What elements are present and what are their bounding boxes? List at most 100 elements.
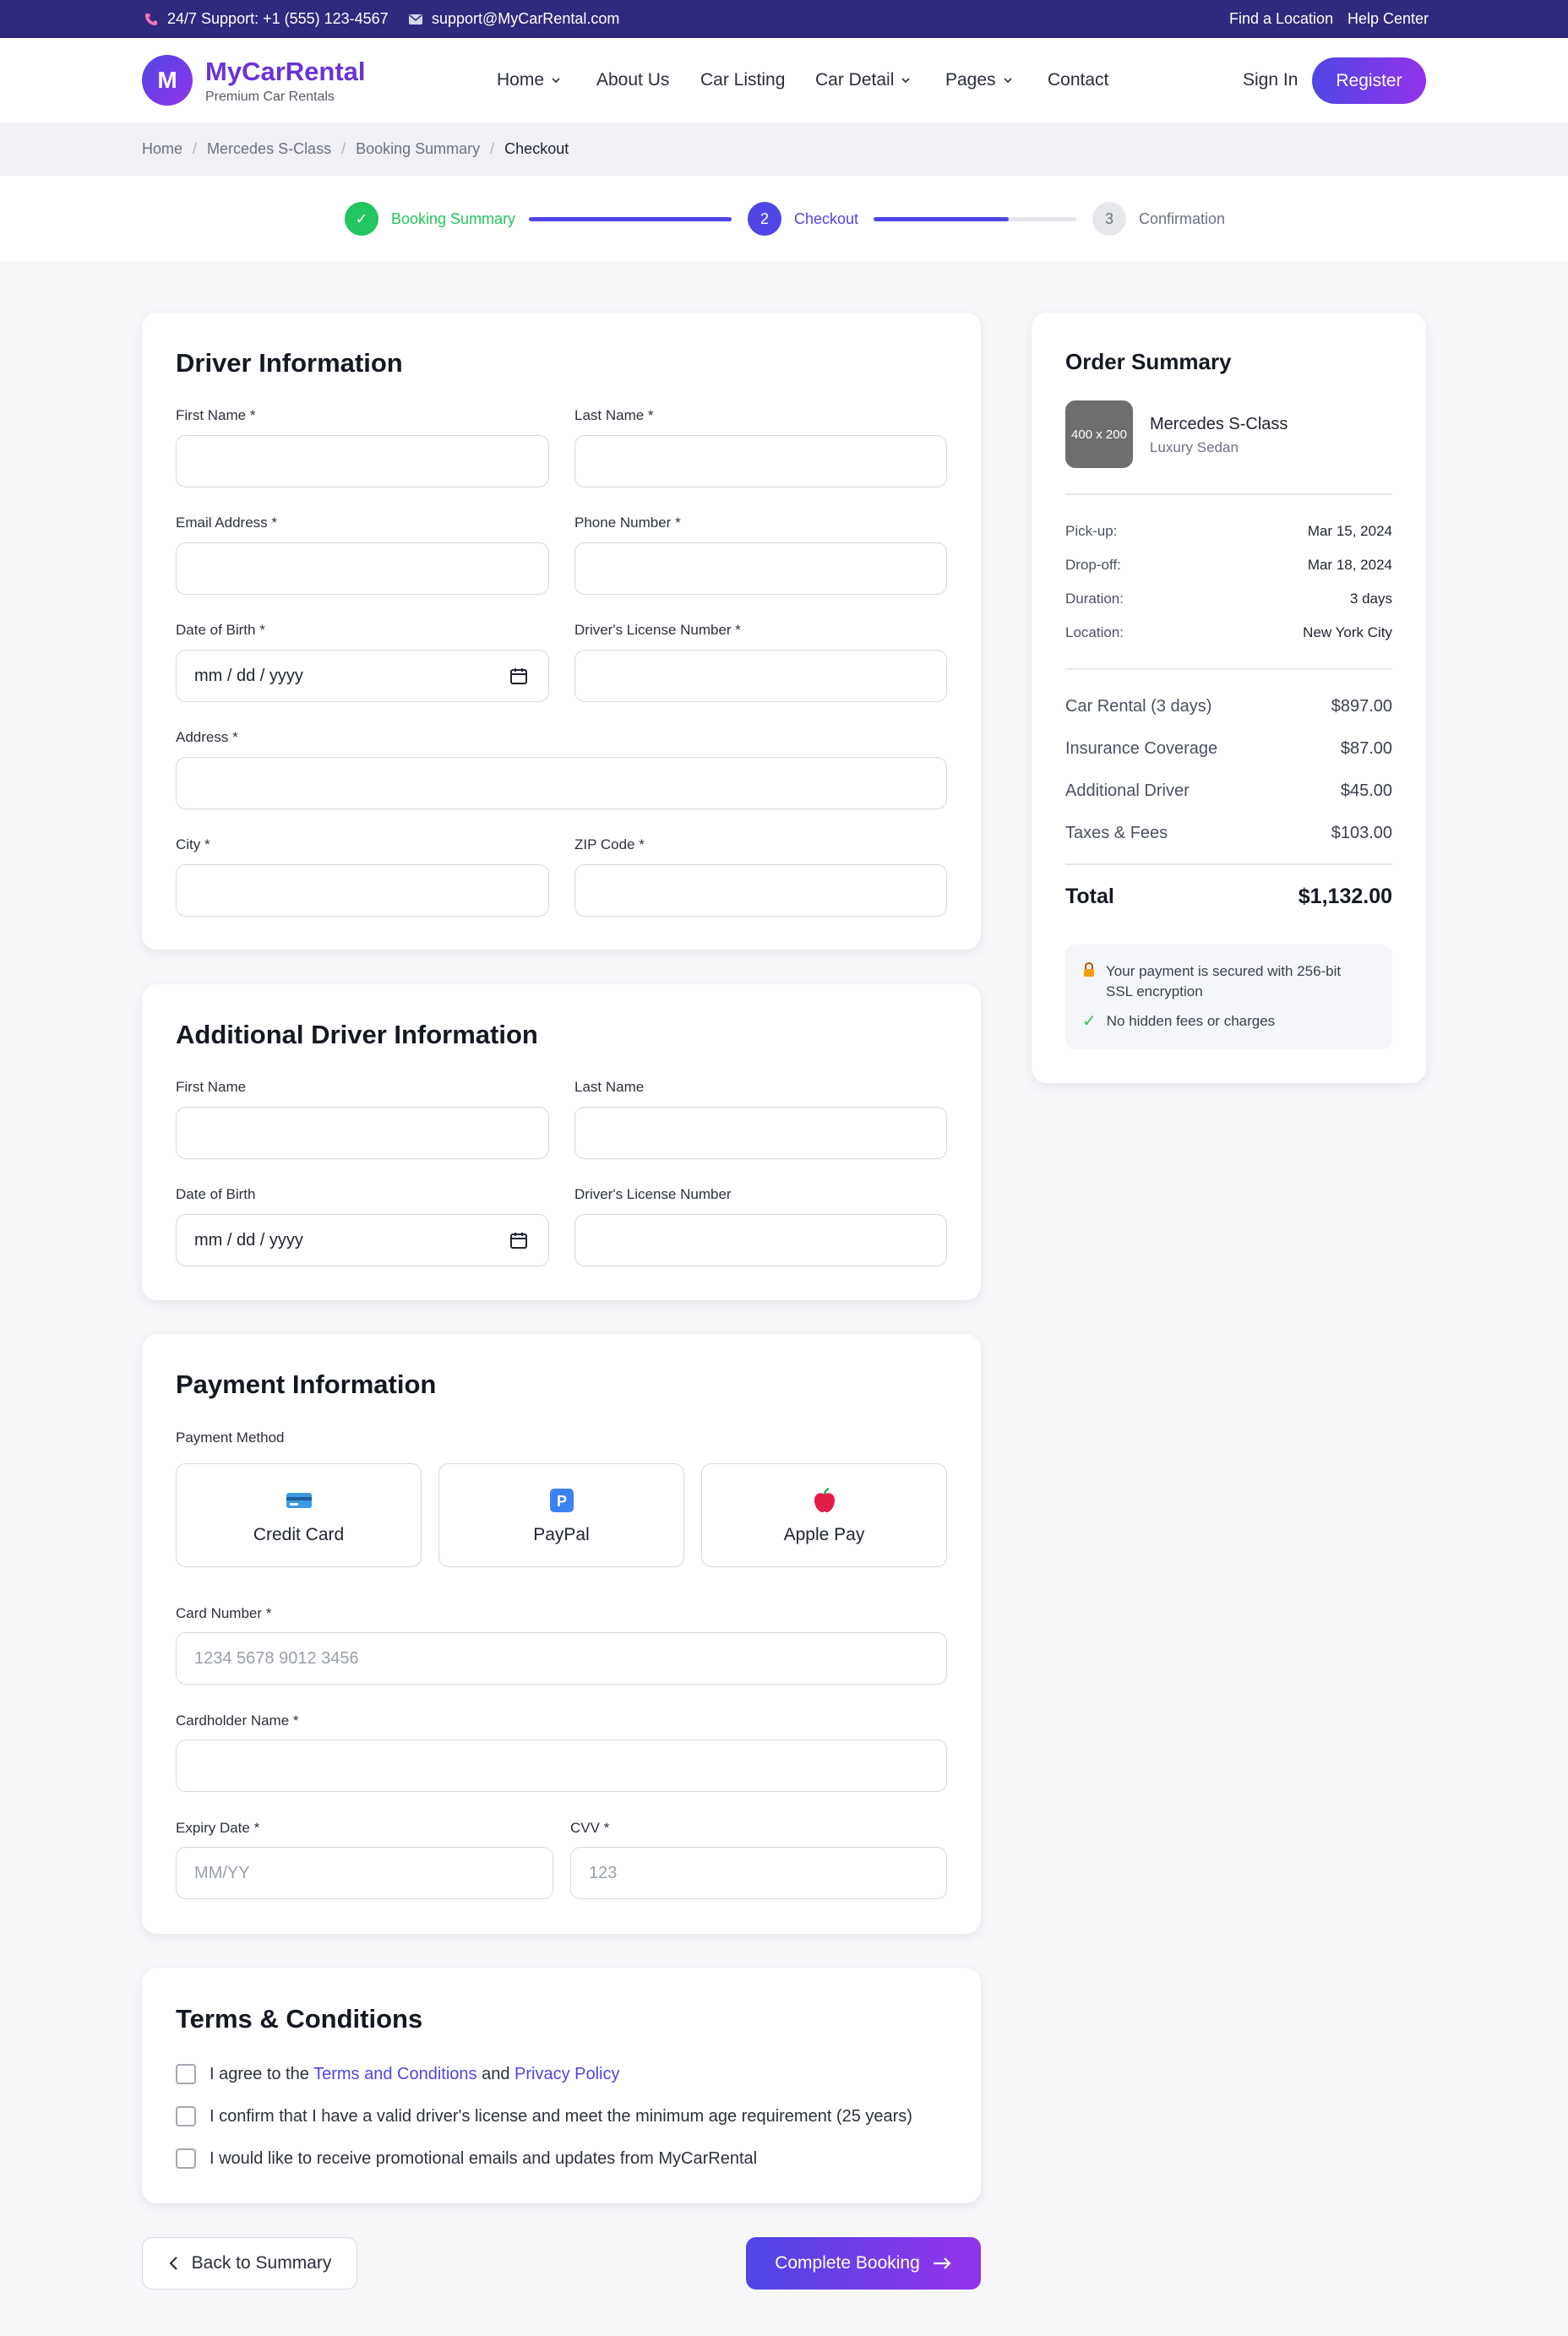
email-text: support@MyCarRental.com <box>432 10 620 27</box>
dob-date-placeholder: mm / dd / yyyy <box>194 666 303 685</box>
expiry-date-label: Expiry Date * <box>176 1820 260 1836</box>
step-connector-1 <box>529 217 732 221</box>
nav-about-us[interactable]: About Us <box>596 38 669 123</box>
duration-value: 3 days <box>1349 591 1392 607</box>
additional-first-name-field[interactable] <box>176 1107 549 1159</box>
calendar-icon[interactable] <box>509 667 528 685</box>
nav-car-listing-label: Car Listing <box>700 70 786 90</box>
total-value: $1,132.00 <box>1298 885 1392 908</box>
city-field[interactable] <box>176 864 549 917</box>
cardholder-name-field[interactable] <box>176 1740 947 1792</box>
dropoff-label: Drop-off: <box>1065 557 1121 573</box>
order-summary-title: Order Summary <box>1065 349 1232 374</box>
breadcrumb-separator: / <box>490 140 495 157</box>
security-notice: Your payment is secured with 256-bit SSL… <box>1065 945 1392 1049</box>
zip-field[interactable] <box>574 864 947 917</box>
payment-option-apple-pay[interactable]: Apple Pay <box>701 1463 947 1567</box>
breadcrumb-car[interactable]: Mercedes S-Class <box>207 140 331 158</box>
total-row: Total $1,132.00 <box>1065 885 1392 909</box>
sign-in-link[interactable]: Sign In <box>1243 38 1298 123</box>
email-field[interactable] <box>176 542 549 595</box>
brand-tagline: Premium Car Rentals <box>205 90 335 104</box>
support-email[interactable]: support@MyCarRental.com <box>408 0 619 38</box>
chevron-left-icon <box>169 2257 177 2270</box>
nav-car-detail-label: Car Detail <box>815 70 895 90</box>
terms-agree-checkbox[interactable] <box>176 2064 196 2084</box>
additional-last-name-field[interactable] <box>574 1107 947 1159</box>
step-3-marker: 3 <box>1092 202 1126 236</box>
chevron-down-icon <box>552 78 560 84</box>
no-fees-text: No hidden fees or charges <box>1106 1013 1276 1029</box>
nav-home[interactable]: Home <box>497 38 561 123</box>
logo-mark[interactable]: M <box>142 55 193 106</box>
nav-pages[interactable]: Pages <box>945 38 1013 123</box>
pickup-label: Pick-up: <box>1065 523 1118 539</box>
phone-field[interactable] <box>574 542 947 595</box>
lock-icon <box>1082 961 1096 1002</box>
privacy-policy-link[interactable]: Privacy Policy <box>514 2065 619 2083</box>
license-confirm-checkbox[interactable] <box>176 2106 196 2126</box>
nav-home-label: Home <box>497 70 545 90</box>
step-2-label: Checkout <box>794 210 859 227</box>
pickup-row: Pick-up: Mar 15, 2024 <box>1065 523 1392 540</box>
insurance-cost-value: $87.00 <box>1340 739 1392 758</box>
summary-divider <box>1065 493 1392 495</box>
payment-option-credit-card[interactable]: Credit Card <box>176 1463 422 1567</box>
additional-dob-date-field[interactable]: mm / dd / yyyy <box>176 1214 549 1266</box>
back-to-summary-label: Back to Summary <box>191 2253 332 2273</box>
first-name-field[interactable] <box>176 435 549 487</box>
car-name: Mercedes S-Class <box>1150 415 1288 433</box>
terms-agree-row: I agree to the Terms and Conditions and … <box>176 2061 620 2087</box>
last-name-field[interactable] <box>574 435 947 487</box>
find-location-label: Find a Location <box>1229 10 1334 27</box>
duration-label: Duration: <box>1065 591 1124 607</box>
step-1-label[interactable]: Booking Summary <box>391 202 515 236</box>
complete-booking-button[interactable]: Complete Booking <box>746 2237 981 2290</box>
location-value: New York City <box>1303 624 1392 640</box>
terms-and-conditions-link[interactable]: Terms and Conditions <box>313 2065 476 2083</box>
ssl-notice: Your payment is secured with 256-bit SSL… <box>1082 961 1368 1002</box>
chevron-down-icon <box>901 78 910 84</box>
step-3-label: Confirmation <box>1139 210 1226 227</box>
nav-pages-label: Pages <box>945 70 996 90</box>
nav-contact[interactable]: Contact <box>1048 38 1108 123</box>
dropoff-row: Drop-off: Mar 18, 2024 <box>1065 557 1392 574</box>
payment-info-title: Payment Information <box>176 1369 437 1399</box>
car-rental-cost-row: Car Rental (3 days) $897.00 <box>1065 697 1392 716</box>
promo-emails-checkbox[interactable] <box>176 2148 196 2169</box>
dob-date-field[interactable]: mm / dd / yyyy <box>176 650 549 702</box>
duration-row: Duration: 3 days <box>1065 591 1392 607</box>
cvv-field[interactable]: 123 <box>570 1847 947 1899</box>
nav-car-detail[interactable]: Car Detail <box>815 38 911 123</box>
dob-label: Date of Birth * <box>176 622 265 638</box>
expiry-date-field[interactable]: MM/YY <box>176 1847 553 1899</box>
paypal-label: PayPal <box>533 1524 590 1544</box>
address-field[interactable] <box>176 757 947 809</box>
calendar-icon[interactable] <box>509 1231 528 1250</box>
location-row: Location: New York City <box>1065 624 1392 641</box>
additional-license-field[interactable] <box>574 1214 947 1266</box>
payment-method-label: Payment Method <box>176 1429 285 1446</box>
register-button[interactable]: Register <box>1312 57 1426 104</box>
credit-card-label: Credit Card <box>253 1524 345 1544</box>
breadcrumb-booking-summary[interactable]: Booking Summary <box>356 140 480 158</box>
help-center-link[interactable]: Help Center <box>1348 0 1429 38</box>
city-label: City * <box>176 836 210 852</box>
support-phone[interactable]: 24/7 Support: +1 (555) 123-4567 <box>144 0 389 38</box>
license-label: Driver's License Number * <box>574 622 741 638</box>
payment-option-paypal[interactable]: P PayPal <box>438 1463 684 1567</box>
taxes-fees-row: Taxes & Fees $103.00 <box>1065 824 1392 843</box>
total-label: Total <box>1065 885 1114 908</box>
back-to-summary-button[interactable]: Back to Summary <box>142 2237 357 2290</box>
breadcrumb-home[interactable]: Home <box>142 140 182 158</box>
license-field[interactable] <box>574 650 947 702</box>
card-number-label: Card Number * <box>176 1605 272 1621</box>
card-number-field[interactable]: 1234 5678 9012 3456 <box>176 1632 947 1685</box>
first-name-label: First Name * <box>176 407 256 423</box>
find-location-link[interactable]: Find a Location <box>1229 0 1333 38</box>
brand-name[interactable]: MyCarRental <box>205 57 366 87</box>
additional-license-label: Driver's License Number <box>574 1186 732 1202</box>
cardholder-name-label: Cardholder Name * <box>176 1713 299 1729</box>
nav-car-listing[interactable]: Car Listing <box>700 38 785 123</box>
last-name-label: Last Name * <box>574 407 654 423</box>
